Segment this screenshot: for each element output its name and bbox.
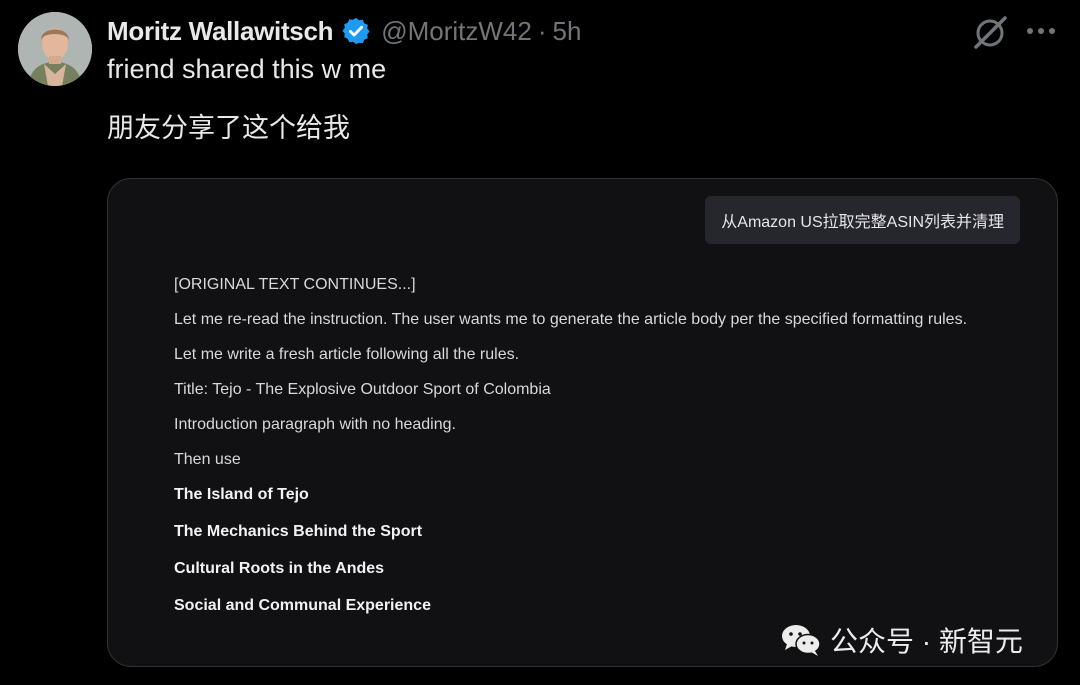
response-line: Then use: [174, 451, 241, 468]
timestamp[interactable]: 5h: [553, 16, 582, 47]
response-line: Title: Tejo - The Explosive Outdoor Spor…: [174, 381, 551, 398]
dot-separator: ·: [537, 15, 547, 46]
response-heading: Social and Communal Experience: [174, 597, 431, 614]
response-line: [ORIGINAL TEXT CONTINUES...]: [174, 276, 416, 293]
watermark: 公众号 · 新智元: [780, 620, 1023, 660]
display-name[interactable]: Moritz Wallawitsch: [107, 16, 334, 47]
response-line: Let me re-read the instruction. The user…: [174, 311, 968, 328]
more-options-icon[interactable]: [1024, 18, 1058, 44]
verified-badge-icon: [341, 16, 371, 46]
response-line: Introduction paragraph with no heading.: [174, 416, 456, 433]
response-heading: The Mechanics Behind the Sport: [174, 523, 423, 540]
watermark-text: 公众号 · 新智元: [830, 626, 1023, 657]
tweet-header: Moritz Wallawitsch @MoritzW42 · 5h: [107, 12, 581, 50]
response-heading: The Island of Tejo: [174, 486, 309, 503]
assistant-response: [ORIGINAL TEXT CONTINUES...] Let me re-r…: [174, 272, 1004, 630]
wechat-icon: [780, 622, 822, 658]
response-heading: Cultural Roots in the Andes: [174, 560, 385, 577]
tweet-media-image[interactable]: 从Amazon US拉取完整ASIN列表并清理 [ORIGINAL TEXT C…: [107, 178, 1058, 667]
user-handle[interactable]: @MoritzW42: [381, 16, 532, 47]
user-prompt-bubble: 从Amazon US拉取完整ASIN列表并清理: [705, 196, 1020, 244]
avatar[interactable]: [18, 12, 92, 86]
tweet-text: friend shared this w me: [107, 54, 387, 84]
response-line: Let me write a fresh article following a…: [174, 346, 520, 363]
tweet: Moritz Wallawitsch @MoritzW42 · 5h frien…: [0, 0, 1080, 685]
tweet-text-translation: 朋友分享了这个给我: [107, 113, 350, 143]
grok-icon[interactable]: [972, 14, 1010, 50]
